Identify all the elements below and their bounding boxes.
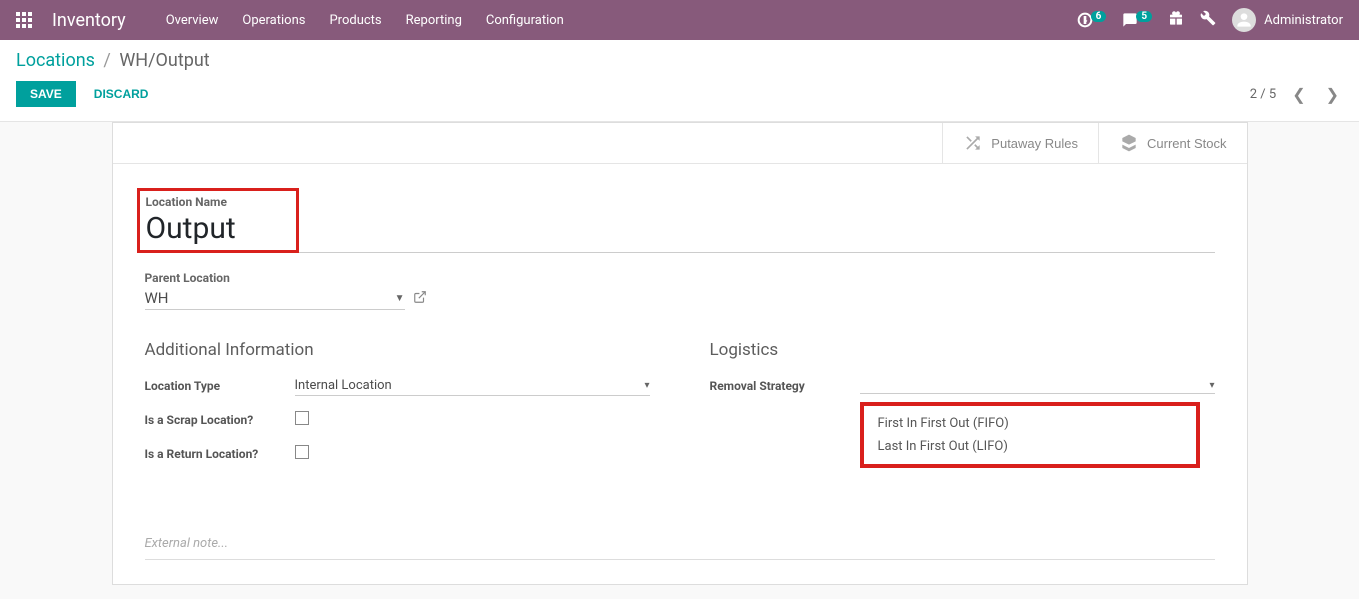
putaway-rules-label: Putaway Rules xyxy=(991,136,1078,151)
pager-prev-icon[interactable]: ❮ xyxy=(1288,85,1309,104)
button-box: Putaway Rules Current Stock xyxy=(113,123,1247,164)
gift-icon[interactable] xyxy=(1168,10,1184,30)
control-bar: Locations / WH/Output SAVE DISCARD 2 / 5… xyxy=(0,40,1359,122)
form-container: Putaway Rules Current Stock Location Nam… xyxy=(104,122,1256,585)
pager-next-icon[interactable]: ❯ xyxy=(1322,85,1343,104)
nav-reporting[interactable]: Reporting xyxy=(406,13,462,28)
form-columns: Additional Information Location Type Int… xyxy=(145,340,1215,476)
nav-operations[interactable]: Operations xyxy=(242,13,305,28)
apps-icon[interactable] xyxy=(16,12,32,28)
navbar-right: 6 5 Administrator xyxy=(1077,8,1343,32)
avatar-icon xyxy=(1232,8,1256,32)
additional-info-title: Additional Information xyxy=(145,340,650,360)
scrap-location-label: Is a Scrap Location? xyxy=(145,413,295,427)
breadcrumb-current: WH/Output xyxy=(119,50,209,71)
nav-overview[interactable]: Overview xyxy=(166,13,219,28)
sheet-body: Location Name Output Parent Location WH … xyxy=(113,164,1247,584)
activity-badge: 6 xyxy=(1091,11,1107,22)
save-button[interactable]: SAVE xyxy=(16,81,76,107)
external-link-icon[interactable] xyxy=(413,290,427,308)
additional-info-column: Additional Information Location Type Int… xyxy=(145,340,650,476)
nav-menu: Overview Operations Products Reporting C… xyxy=(166,13,564,28)
removal-strategy-select[interactable]: ▾ First In First Out (FIFO) Last In Firs… xyxy=(860,378,1215,394)
current-stock-label: Current Stock xyxy=(1147,136,1226,151)
location-type-label: Location Type xyxy=(145,379,295,393)
discuss-badge: 5 xyxy=(1136,11,1152,22)
user-menu[interactable]: Administrator xyxy=(1232,8,1343,32)
pager-text: 2 / 5 xyxy=(1250,87,1276,102)
app-name[interactable]: Inventory xyxy=(52,10,126,31)
scrap-checkbox[interactable] xyxy=(295,411,309,425)
logistics-column: Logistics Removal Strategy ▾ First In Fi… xyxy=(710,340,1215,476)
caret-down-icon: ▾ xyxy=(1209,380,1214,391)
user-name: Administrator xyxy=(1264,13,1343,28)
return-checkbox[interactable] xyxy=(295,445,309,459)
parent-location-value: WH xyxy=(145,289,169,307)
nav-products[interactable]: Products xyxy=(329,13,381,28)
putaway-rules-button[interactable]: Putaway Rules xyxy=(942,123,1098,163)
breadcrumb-separator: / xyxy=(103,50,110,71)
location-name-value[interactable]: Output xyxy=(146,211,236,246)
dropdown-option-lifo[interactable]: Last In First Out (LIFO) xyxy=(864,435,1196,458)
nav-configuration[interactable]: Configuration xyxy=(486,13,564,28)
external-note-input[interactable]: External note... xyxy=(145,536,1215,560)
location-name-label: Location Name xyxy=(146,195,236,209)
pager: 2 / 5 ❮ ❯ xyxy=(1250,85,1343,104)
control-row: SAVE DISCARD 2 / 5 ❮ ❯ xyxy=(16,81,1343,107)
debug-icon[interactable] xyxy=(1200,10,1216,30)
location-type-select[interactable]: Internal Location ▾ xyxy=(295,376,650,396)
breadcrumb-root[interactable]: Locations xyxy=(16,50,95,71)
location-type-value: Internal Location xyxy=(295,378,392,393)
breadcrumb: Locations / WH/Output xyxy=(16,50,1343,71)
activity-icon[interactable]: 6 xyxy=(1077,12,1107,28)
location-name-highlight: Location Name Output xyxy=(137,188,299,253)
removal-strategy-dropdown: First In First Out (FIFO) Last In First … xyxy=(860,402,1200,468)
return-location-label: Is a Return Location? xyxy=(145,447,295,461)
discuss-icon[interactable]: 5 xyxy=(1122,12,1152,28)
shuffle-icon xyxy=(963,133,983,153)
parent-location-select[interactable]: WH ▼ xyxy=(145,287,405,310)
discard-button[interactable]: DISCARD xyxy=(80,81,163,107)
parent-location-label: Parent Location xyxy=(145,271,1215,285)
removal-strategy-label: Removal Strategy xyxy=(710,379,860,393)
caret-down-icon: ▼ xyxy=(395,293,405,304)
current-stock-button[interactable]: Current Stock xyxy=(1098,123,1246,163)
caret-down-icon: ▾ xyxy=(644,380,649,391)
logistics-title: Logistics xyxy=(710,340,1215,360)
cubes-icon xyxy=(1119,133,1139,153)
form-sheet: Putaway Rules Current Stock Location Nam… xyxy=(112,122,1248,585)
top-navbar: Inventory Overview Operations Products R… xyxy=(0,0,1359,40)
dropdown-option-fifo[interactable]: First In First Out (FIFO) xyxy=(864,412,1196,435)
parent-location-group: Parent Location WH ▼ xyxy=(145,271,1215,310)
